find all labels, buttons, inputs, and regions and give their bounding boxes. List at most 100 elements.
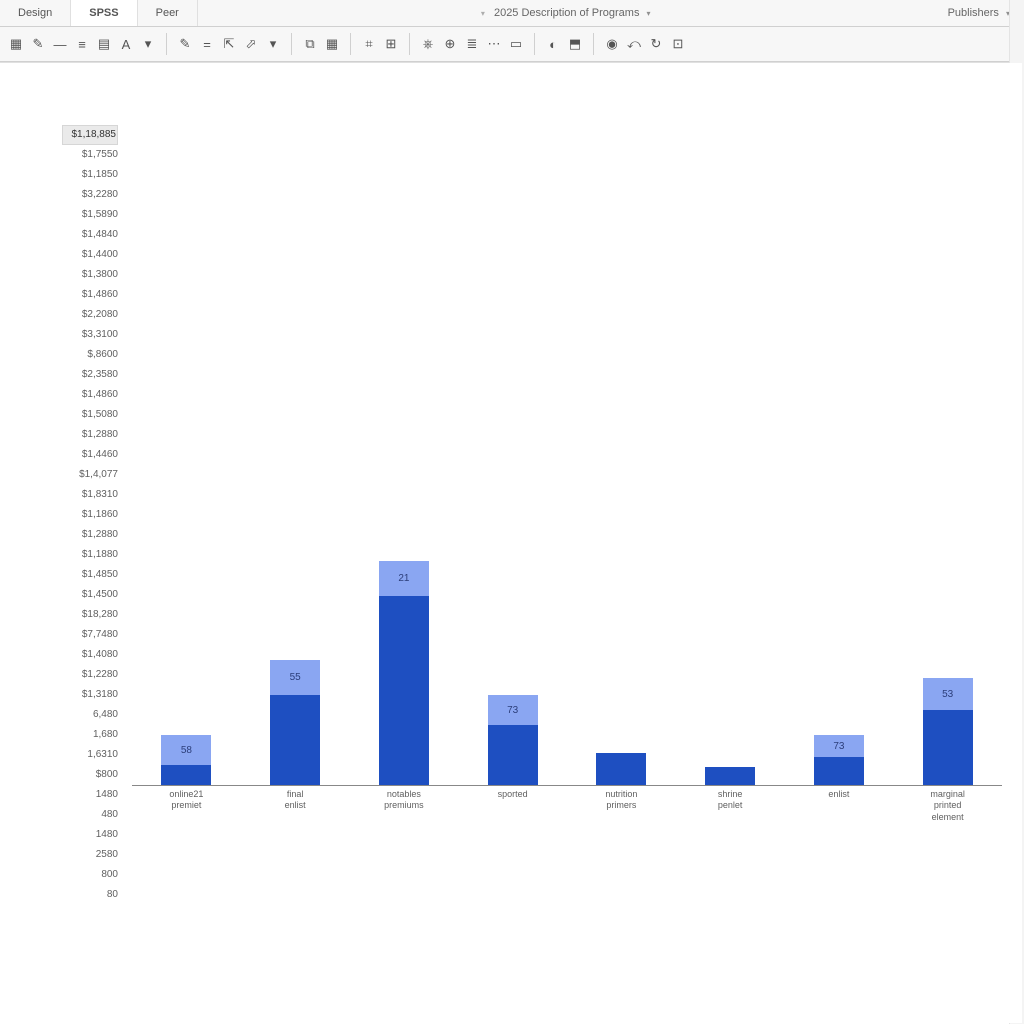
bar-cell [567,125,676,785]
toolbar-button[interactable]: ↻ [646,33,666,55]
toolbar-button[interactable]: ▾ [263,33,283,55]
y-tick-label: 1,6310 [62,745,118,765]
x-category-label: enlist [785,789,894,823]
y-tick-label: 1480 [62,825,118,845]
y-tick-label: $2,3580 [62,365,118,385]
bar-upper-segment: 73 [488,695,538,725]
x-category-label: finalenlist [241,789,350,823]
tab-spss[interactable]: SPSS [71,0,137,26]
toolbar-button[interactable]: ✎ [175,33,195,55]
bar-lower-segment [814,757,864,785]
bar[interactable]: 55 [270,660,320,785]
bar[interactable] [596,753,646,785]
bar[interactable] [705,767,755,785]
toolbar-button[interactable]: — [50,33,70,55]
toolbar-button[interactable]: ⬒ [565,33,585,55]
bar[interactable]: 21 [379,561,429,785]
bar-cell: 53 [893,125,1002,785]
y-tick-label: 2580 [62,845,118,865]
toolbar-button[interactable]: ≡ [72,33,92,55]
y-tick-label: $1,2880 [62,525,118,545]
bar-lower-segment [705,767,755,785]
x-category-label: notablespremiums [350,789,459,823]
chart-sheet: $1,18,885$1,7550$1,1850$3,2280$1,5890$1,… [2,63,1022,1023]
y-tick-label: $18,280 [62,605,118,625]
title-caret-left: ▾ [481,9,485,18]
toolbar-separator [291,33,292,55]
y-axis-ticks: $1,18,885$1,7550$1,1850$3,2280$1,5890$1,… [62,125,118,905]
x-axis-line [132,785,1002,786]
y-tick-label: $1,1860 [62,505,118,525]
toolbar-button[interactable]: ◉ [602,33,622,55]
document-title: ▾ 2025 Description of Programs ▾ [198,7,934,19]
toolbar-button[interactable]: ⬀ [241,33,261,55]
toolbar-button[interactable]: ≣ [462,33,482,55]
y-tick-label: $1,4460 [62,445,118,465]
y-tick-label: $1,7550 [62,145,118,165]
toolbar-button[interactable]: ▦ [6,33,26,55]
toolbar-button[interactable]: A [116,33,136,55]
toolbar-button[interactable]: ▦ [322,33,342,55]
y-tick-label: 80 [62,885,118,905]
tab-bar: Design SPSS Peer ▾ 2025 Description of P… [0,0,1024,27]
title-caret[interactable]: ▾ [647,9,651,18]
toolbar-button[interactable]: ⌗ [359,33,379,55]
bars-container: 58 55 21 73 73 53 [132,125,1002,785]
toolbar-button[interactable]: ⊞ [381,33,401,55]
y-tick-label: $1,4850 [62,565,118,585]
y-tick-label: $800 [62,765,118,785]
x-axis-labels: online21premietfinalenlistnotablespremiu… [132,789,1002,823]
toolbar-button[interactable]: ⤺ [624,33,644,55]
tab-design[interactable]: Design [0,0,71,26]
bar-cell: 73 [785,125,894,785]
bar-upper-segment: 58 [161,735,211,765]
bar-upper-segment: 73 [814,735,864,757]
toolbar-separator [534,33,535,55]
toolbar-button[interactable]: ▭ [506,33,526,55]
bar-lower-segment [488,725,538,785]
toolbar-separator [593,33,594,55]
y-tick-label: $1,4080 [62,645,118,665]
tab-peer[interactable]: Peer [138,0,198,26]
y-tick-label: $3,3100 [62,325,118,345]
y-tick-label: $1,2880 [62,425,118,445]
bar[interactable]: 58 [161,735,211,785]
toolbar-button[interactable]: ⊡ [668,33,688,55]
bar-upper-segment: 21 [379,561,429,596]
bar-cell: 21 [350,125,459,785]
y-tick-label: $1,5890 [62,205,118,225]
bar-cell: 58 [132,125,241,785]
toolbar-button[interactable]: ⧉ [300,33,320,55]
y-tick-label: 6,480 [62,705,118,725]
bar-upper-segment: 55 [270,660,320,695]
bar-upper-segment: 53 [923,678,973,710]
y-tick-label: $2,2080 [62,305,118,325]
toolbar-button[interactable]: ▤ [94,33,114,55]
y-tick-label: $1,18,885 [62,125,118,145]
document-viewport[interactable]: $1,18,885$1,7550$1,1850$3,2280$1,5890$1,… [0,62,1024,1024]
toolbar: ▦✎—≡▤A▾✎=⇱⬀▾⧉▦⌗⊞⎈⊕≣⋯▭◐⬒◉⤺↻⊡ [0,27,1024,62]
toolbar-button[interactable]: ⇱ [219,33,239,55]
y-tick-label: 1480 [62,785,118,805]
bar[interactable]: 53 [923,678,973,785]
toolbar-button[interactable]: ▾ [138,33,158,55]
x-category-label: nutritionprimers [567,789,676,823]
toolbar-separator [166,33,167,55]
toolbar-button[interactable]: = [197,33,217,55]
bar[interactable]: 73 [488,695,538,785]
y-tick-label: $1,4,077 [62,465,118,485]
toolbar-button[interactable]: ⊕ [440,33,460,55]
toolbar-separator [350,33,351,55]
y-tick-label: $1,4400 [62,245,118,265]
toolbar-button[interactable]: ⋯ [484,33,504,55]
toolbar-button[interactable]: ◐ [543,33,563,55]
y-tick-label: $1,5080 [62,405,118,425]
x-category-label: online21premiet [132,789,241,823]
x-category-label: sported [458,789,567,823]
bar[interactable]: 73 [814,735,864,785]
toolbar-button[interactable]: ⎈ [418,33,438,55]
toolbar-button[interactable]: ✎ [28,33,48,55]
y-tick-label: $1,8310 [62,485,118,505]
bar-lower-segment [161,765,211,785]
y-tick-label: $1,4500 [62,585,118,605]
